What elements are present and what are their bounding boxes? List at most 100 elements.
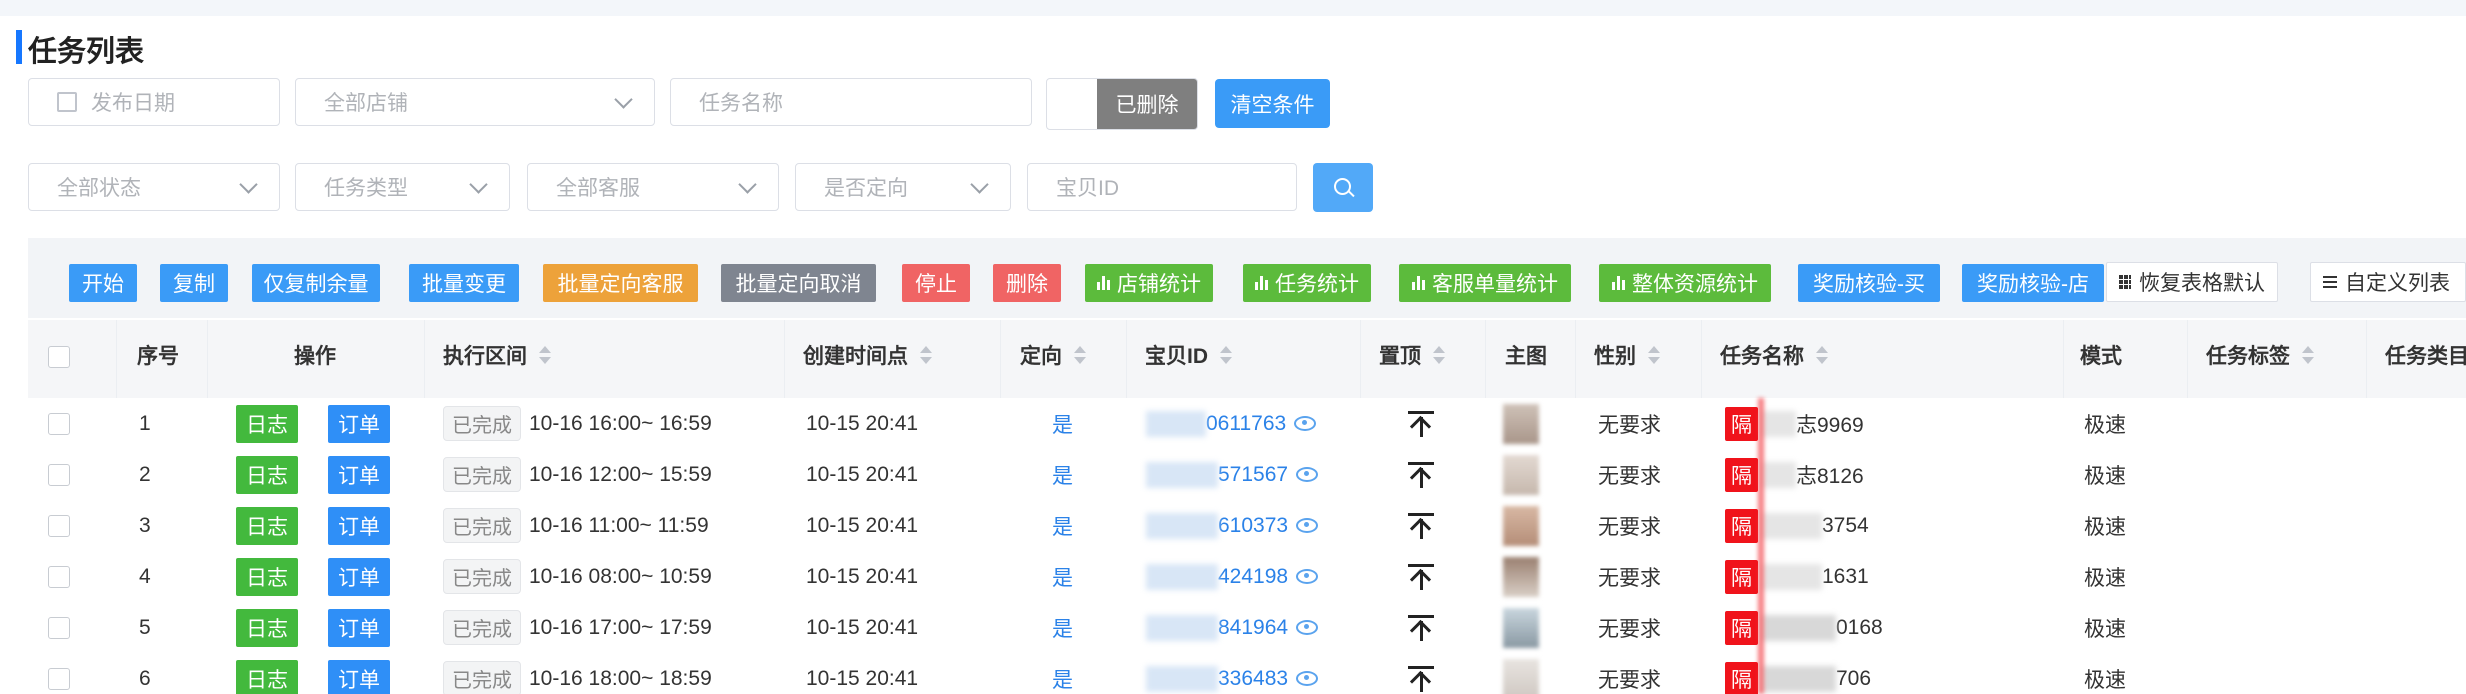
order-button[interactable]: 订单 [328, 506, 390, 545]
main-image-thumb[interactable] [1503, 556, 1539, 597]
start-button[interactable]: 开始 [69, 264, 137, 302]
col-task-tag[interactable]: 任务标签 [2206, 340, 2314, 370]
cs-select[interactable]: 全部客服 [527, 163, 779, 211]
item-id-link[interactable]: 610373 [1218, 514, 1288, 538]
log-button[interactable]: 日志 [236, 608, 298, 647]
store-placeholder: 全部店铺 [324, 92, 408, 115]
eye-icon[interactable] [1296, 569, 1319, 584]
eye-icon[interactable] [1296, 518, 1319, 533]
row-checkbox[interactable] [48, 667, 70, 690]
log-button[interactable]: 日志 [236, 404, 298, 443]
sort-icon[interactable] [1816, 344, 1828, 366]
sort-icon[interactable] [1220, 344, 1232, 366]
resource-stats-button[interactable]: 整体资源统计 [1599, 264, 1771, 302]
batch-assign-cs-button[interactable]: 批量定向客服 [543, 264, 698, 302]
clear-conditions-button[interactable]: 清空条件 [1215, 79, 1330, 128]
custom-columns-button[interactable]: 自定义列表 [2310, 262, 2466, 302]
item-id-input[interactable]: 宝贝ID [1027, 163, 1297, 211]
task-type-select[interactable]: 任务类型 [295, 163, 510, 211]
store-stats-button[interactable]: 店铺统计 [1085, 264, 1213, 302]
pin-top-icon[interactable] [1408, 614, 1434, 641]
targeted-select[interactable]: 是否定向 [795, 163, 1011, 211]
log-button[interactable]: 日志 [236, 557, 298, 596]
order-button[interactable]: 订单 [328, 455, 390, 494]
targeted-yes: 是 [1052, 668, 1073, 692]
stop-button[interactable]: 停止 [902, 264, 970, 302]
item-id-link[interactable]: 841964 [1218, 616, 1288, 640]
copy-button[interactable]: 复制 [160, 264, 228, 302]
log-button[interactable]: 日志 [236, 659, 298, 694]
main-image-thumb[interactable] [1503, 403, 1539, 444]
sort-icon[interactable] [920, 344, 932, 366]
row-checkbox[interactable] [48, 616, 70, 639]
table-row[interactable]: 5 日志 订单 已完成 10-16 17:00~ 17:59 10-15 20:4… [28, 602, 2466, 654]
sort-icon[interactable] [2302, 344, 2314, 366]
pin-top-icon[interactable] [1408, 461, 1434, 488]
order-button[interactable]: 订单 [328, 404, 390, 443]
batch-change-button[interactable]: 批量变更 [409, 264, 519, 302]
copy-remain-button[interactable]: 仅复制余量 [252, 264, 380, 302]
col-created[interactable]: 创建时间点 [803, 340, 932, 370]
col-item-id[interactable]: 宝贝ID [1145, 340, 1232, 370]
sort-icon[interactable] [1074, 344, 1086, 366]
col-exec-range[interactable]: 执行区间 [443, 340, 551, 370]
store-select[interactable]: 全部店铺 [295, 78, 655, 126]
select-all-checkbox[interactable] [48, 346, 70, 368]
table-row[interactable]: 2 日志 订单 已完成 10-16 12:00~ 15:59 10-15 20:4… [28, 449, 2466, 501]
col-pin[interactable]: 置顶 [1379, 340, 1445, 370]
store-stats-label: 店铺统计 [1117, 273, 1201, 296]
pin-top-icon[interactable] [1408, 512, 1434, 539]
col-task-name[interactable]: 任务名称 [1720, 340, 1828, 370]
pin-top-icon[interactable] [1408, 563, 1434, 590]
col-targeted[interactable]: 定向 [1020, 340, 1086, 370]
pin-top-icon[interactable] [1408, 665, 1434, 692]
main-image-thumb[interactable] [1503, 454, 1539, 495]
eye-icon[interactable] [1294, 416, 1317, 431]
table-row[interactable]: 1 日志 订单 已完成 10-16 16:00~ 16:59 10-15 20:4… [28, 398, 2466, 450]
log-button[interactable]: 日志 [236, 455, 298, 494]
task-name-input[interactable]: 任务名称 [670, 78, 1032, 126]
log-button[interactable]: 日志 [236, 506, 298, 545]
restore-default-button[interactable]: 恢复表格默认 [2106, 262, 2278, 302]
row-checkbox[interactable] [48, 412, 70, 435]
cs-stats-button[interactable]: 客服单量统计 [1399, 264, 1571, 302]
item-id-link[interactable]: 0611763 [1206, 412, 1286, 436]
reward-buy-button[interactable]: 奖励核验-买 [1798, 264, 1940, 302]
pin-top-icon[interactable] [1408, 410, 1434, 437]
main-image-thumb[interactable] [1503, 607, 1539, 648]
col-task-category: 任务类目 [2385, 345, 2466, 368]
row-checkbox[interactable] [48, 565, 70, 588]
table-row[interactable]: 4 日志 订单 已完成 10-16 08:00~ 10:59 10-15 20:4… [28, 551, 2466, 603]
page-title: 任务列表 [28, 36, 145, 68]
row-checkbox[interactable] [48, 514, 70, 537]
order-button[interactable]: 订单 [328, 608, 390, 647]
search-button[interactable] [1313, 163, 1373, 212]
eye-icon[interactable] [1296, 671, 1319, 686]
item-id-link[interactable]: 424198 [1218, 565, 1288, 589]
main-image-thumb[interactable] [1503, 505, 1539, 546]
table-row[interactable]: 6 日志 订单 已完成 10-16 18:00~ 18:59 10-15 20:4… [28, 653, 2466, 694]
task-stats-button[interactable]: 任务统计 [1243, 264, 1371, 302]
sort-icon[interactable] [1648, 344, 1660, 366]
eye-icon[interactable] [1296, 620, 1319, 635]
created-time: 10-15 20:41 [806, 513, 919, 537]
col-gender[interactable]: 性别 [1594, 340, 1660, 370]
task-type-placeholder: 任务类型 [324, 177, 408, 200]
order-button[interactable]: 订单 [328, 557, 390, 596]
item-id-link[interactable]: 571567 [1218, 463, 1288, 487]
order-button[interactable]: 订单 [328, 659, 390, 694]
batch-cancel-target-button[interactable]: 批量定向取消 [721, 264, 876, 302]
sort-icon[interactable] [1433, 344, 1445, 366]
deleted-toggle[interactable]: 已删除 [1046, 78, 1198, 130]
status-select[interactable]: 全部状态 [28, 163, 280, 211]
delete-button[interactable]: 删除 [993, 264, 1061, 302]
mode-value: 极速 [2084, 668, 2126, 692]
reward-store-button[interactable]: 奖励核验-店 [1962, 264, 2104, 302]
item-id-link[interactable]: 336483 [1218, 667, 1288, 691]
main-image-thumb[interactable] [1503, 658, 1539, 694]
sort-icon[interactable] [539, 344, 551, 366]
row-checkbox[interactable] [48, 463, 70, 486]
table-row[interactable]: 3 日志 订单 已完成 10-16 11:00~ 11:59 10-15 20:4… [28, 500, 2466, 552]
date-picker[interactable]: 发布日期 [28, 78, 280, 126]
eye-icon[interactable] [1296, 467, 1319, 482]
